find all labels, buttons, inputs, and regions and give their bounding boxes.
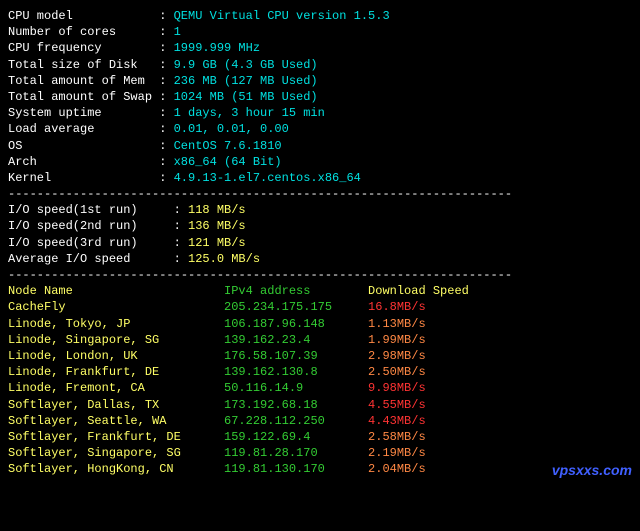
node-speed: 4.55MB/s bbox=[368, 398, 426, 412]
node-ip: 139.162.130.8 bbox=[224, 364, 368, 380]
divider: ----------------------------------------… bbox=[8, 267, 632, 283]
node-speed: 2.58MB/s bbox=[368, 430, 426, 444]
row-cores: Number of cores: 1 bbox=[8, 24, 632, 40]
value-uptime: 1 days, 3 hour 15 min bbox=[174, 106, 325, 120]
row-arch: Arch: x86_64 (64 Bit) bbox=[8, 154, 632, 170]
value-mem: 236 MB (127 MB Used) bbox=[174, 74, 318, 88]
row-io2: I/O speed(2nd run) : 136 MB/s bbox=[8, 218, 632, 234]
hdr-ip: IPv4 address bbox=[224, 283, 368, 299]
value-kernel: 4.9.13-1.el7.centos.x86_64 bbox=[174, 171, 361, 185]
node-row: Softlayer, Seattle, WA67.228.112.2504.43… bbox=[8, 413, 632, 429]
value-cores: 1 bbox=[174, 25, 181, 39]
label-disk: Total size of Disk bbox=[8, 57, 159, 73]
hdr-node: Node Name bbox=[8, 283, 224, 299]
node-name: Softlayer, Frankfurt, DE bbox=[8, 429, 224, 445]
node-ip: 176.58.107.39 bbox=[224, 348, 368, 364]
node-speed: 1.13MB/s bbox=[368, 317, 426, 331]
label-io-avg: Average I/O speed bbox=[8, 251, 159, 267]
node-name: Linode, Fremont, CA bbox=[8, 380, 224, 396]
label-os: OS bbox=[8, 138, 159, 154]
node-row: Softlayer, Singapore, SG119.81.28.1702.1… bbox=[8, 445, 632, 461]
node-row: CacheFly205.234.175.17516.8MB/s bbox=[8, 299, 632, 315]
label-io3: I/O speed(3rd run) bbox=[8, 235, 159, 251]
value-freq: 1999.999 MHz bbox=[174, 41, 260, 55]
node-speed: 1.99MB/s bbox=[368, 333, 426, 347]
divider: ----------------------------------------… bbox=[8, 186, 632, 202]
node-ip: 106.187.96.148 bbox=[224, 316, 368, 332]
node-row: Linode, Frankfurt, DE139.162.130.82.50MB… bbox=[8, 364, 632, 380]
row-io3: I/O speed(3rd run) : 121 MB/s bbox=[8, 235, 632, 251]
node-name: Linode, London, UK bbox=[8, 348, 224, 364]
node-ip: 67.228.112.250 bbox=[224, 413, 368, 429]
node-row: Softlayer, Frankfurt, DE159.122.69.42.58… bbox=[8, 429, 632, 445]
label-cores: Number of cores bbox=[8, 24, 159, 40]
label-io2: I/O speed(2nd run) bbox=[8, 218, 159, 234]
node-ip: 50.116.14.9 bbox=[224, 380, 368, 396]
net-header: Node NameIPv4 addressDownload Speed bbox=[8, 283, 632, 299]
node-row: Linode, Tokyo, JP106.187.96.1481.13MB/s bbox=[8, 316, 632, 332]
hdr-speed: Download Speed bbox=[368, 284, 469, 298]
node-speed: 4.43MB/s bbox=[368, 414, 426, 428]
row-freq: CPU frequency: 1999.999 MHz bbox=[8, 40, 632, 56]
value-io3: 121 MB/s bbox=[188, 236, 246, 250]
value-disk: 9.9 GB (4.3 GB Used) bbox=[174, 58, 318, 72]
row-mem: Total amount of Mem: 236 MB (127 MB Used… bbox=[8, 73, 632, 89]
node-name: Linode, Tokyo, JP bbox=[8, 316, 224, 332]
label-io1: I/O speed(1st run) bbox=[8, 202, 159, 218]
node-name: Softlayer, Dallas, TX bbox=[8, 397, 224, 413]
node-row: Softlayer, Dallas, TX173.192.68.184.55MB… bbox=[8, 397, 632, 413]
row-io1: I/O speed(1st run) : 118 MB/s bbox=[8, 202, 632, 218]
node-name: Linode, Singapore, SG bbox=[8, 332, 224, 348]
label-uptime: System uptime bbox=[8, 105, 159, 121]
label-mem: Total amount of Mem bbox=[8, 73, 159, 89]
row-uptime: System uptime: 1 days, 3 hour 15 min bbox=[8, 105, 632, 121]
label-arch: Arch bbox=[8, 154, 159, 170]
value-io1: 118 MB/s bbox=[188, 203, 246, 217]
row-os: OS: CentOS 7.6.1810 bbox=[8, 138, 632, 154]
node-row: Linode, Singapore, SG139.162.23.41.99MB/… bbox=[8, 332, 632, 348]
label-cpu-model: CPU model bbox=[8, 8, 159, 24]
value-arch: x86_64 (64 Bit) bbox=[174, 155, 282, 169]
value-swap: 1024 MB (51 MB Used) bbox=[174, 90, 318, 104]
value-cpu-model: QEMU Virtual CPU version 1.5.3 bbox=[174, 9, 390, 23]
node-speed: 2.19MB/s bbox=[368, 446, 426, 460]
node-ip: 119.81.130.170 bbox=[224, 461, 368, 477]
label-load: Load average bbox=[8, 121, 159, 137]
node-ip: 119.81.28.170 bbox=[224, 445, 368, 461]
node-row: Softlayer, HongKong, CN119.81.130.1702.0… bbox=[8, 461, 632, 477]
value-load: 0.01, 0.01, 0.00 bbox=[174, 122, 289, 136]
watermark: vpsxxs.com bbox=[552, 461, 632, 480]
node-speed: 9.98MB/s bbox=[368, 381, 426, 395]
node-row: Linode, London, UK176.58.107.392.98MB/s bbox=[8, 348, 632, 364]
row-kernel: Kernel: 4.9.13-1.el7.centos.x86_64 bbox=[8, 170, 632, 186]
value-io2: 136 MB/s bbox=[188, 219, 246, 233]
node-name: Linode, Frankfurt, DE bbox=[8, 364, 224, 380]
value-os: CentOS 7.6.1810 bbox=[174, 139, 282, 153]
row-cpu-model: CPU model: QEMU Virtual CPU version 1.5.… bbox=[8, 8, 632, 24]
row-swap: Total amount of Swap: 1024 MB (51 MB Use… bbox=[8, 89, 632, 105]
label-freq: CPU frequency bbox=[8, 40, 159, 56]
node-row: Linode, Fremont, CA50.116.14.99.98MB/s bbox=[8, 380, 632, 396]
row-disk: Total size of Disk: 9.9 GB (4.3 GB Used) bbox=[8, 57, 632, 73]
node-speed: 16.8MB/s bbox=[368, 300, 426, 314]
node-name: Softlayer, Seattle, WA bbox=[8, 413, 224, 429]
node-name: Softlayer, Singapore, SG bbox=[8, 445, 224, 461]
node-speed: 2.04MB/s bbox=[368, 462, 426, 476]
node-name: CacheFly bbox=[8, 299, 224, 315]
node-ip: 205.234.175.175 bbox=[224, 299, 368, 315]
value-io-avg: 125.0 MB/s bbox=[188, 252, 260, 266]
node-ip: 173.192.68.18 bbox=[224, 397, 368, 413]
row-load: Load average: 0.01, 0.01, 0.00 bbox=[8, 121, 632, 137]
node-speed: 2.98MB/s bbox=[368, 349, 426, 363]
row-io-avg: Average I/O speed : 125.0 MB/s bbox=[8, 251, 632, 267]
label-swap: Total amount of Swap bbox=[8, 89, 159, 105]
node-ip: 139.162.23.4 bbox=[224, 332, 368, 348]
node-ip: 159.122.69.4 bbox=[224, 429, 368, 445]
label-kernel: Kernel bbox=[8, 170, 159, 186]
node-speed: 2.50MB/s bbox=[368, 365, 426, 379]
node-name: Softlayer, HongKong, CN bbox=[8, 461, 224, 477]
